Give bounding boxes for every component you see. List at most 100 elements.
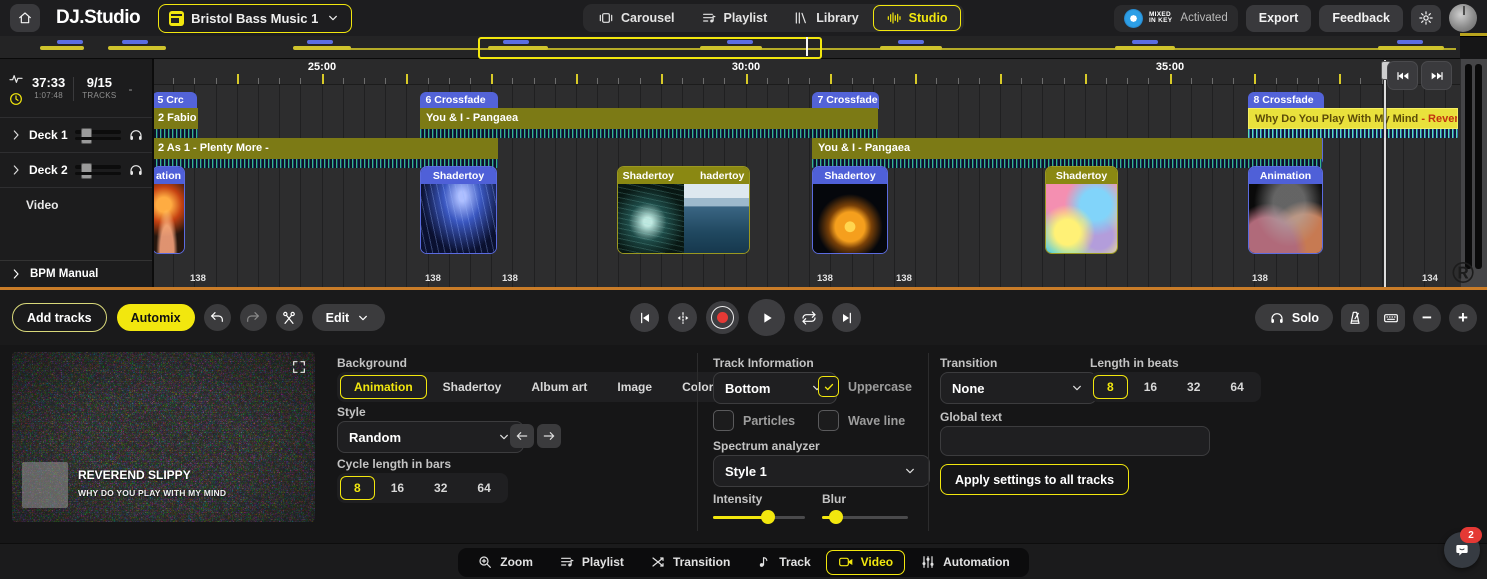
feedback-button[interactable]: Feedback bbox=[1319, 5, 1403, 32]
uppercase-checkbox[interactable]: Uppercase bbox=[818, 376, 912, 397]
length-option-8[interactable]: 8 bbox=[1093, 375, 1128, 399]
cut-button[interactable] bbox=[276, 304, 303, 331]
blur-slider[interactable] bbox=[822, 510, 908, 524]
next-track-button[interactable] bbox=[832, 303, 861, 332]
background-option-album-art[interactable]: Album art bbox=[517, 375, 601, 399]
deck2-volume-slider[interactable] bbox=[75, 164, 121, 176]
video-art-sketch bbox=[1249, 184, 1322, 253]
bpm-manual-toggle[interactable]: BPM Manual bbox=[0, 260, 152, 287]
zoom-in-button[interactable]: + bbox=[1449, 304, 1477, 332]
track-clip[interactable]: You & I - Pangaea bbox=[812, 138, 1322, 159]
spectrum-style-select[interactable]: Style 1 bbox=[713, 455, 930, 487]
track-clip[interactable]: 2 Fabio bbox=[152, 108, 198, 129]
headphones-icon[interactable] bbox=[128, 162, 144, 178]
video-clip-label: Shadertoy bbox=[1056, 170, 1107, 182]
undo-button[interactable] bbox=[204, 304, 231, 331]
ruler-tick bbox=[258, 78, 259, 84]
background-label: Background bbox=[337, 356, 407, 370]
split-button[interactable] bbox=[668, 303, 697, 332]
intensity-slider[interactable] bbox=[713, 510, 805, 524]
style-previous-button[interactable] bbox=[510, 424, 534, 448]
tab-library[interactable]: Library bbox=[781, 6, 870, 30]
length-option-16[interactable]: 16 bbox=[1130, 375, 1171, 399]
video-clip-label: Animation bbox=[1260, 170, 1311, 182]
bpm-label: 138 bbox=[817, 273, 833, 284]
wave-line-checkbox[interactable]: Wave line bbox=[818, 410, 905, 431]
style-select[interactable]: Random bbox=[337, 421, 524, 453]
tab-carousel[interactable]: Carousel bbox=[586, 6, 687, 30]
global-text-input[interactable] bbox=[940, 426, 1210, 456]
seek-forward-button[interactable] bbox=[1421, 61, 1452, 90]
style-next-button[interactable] bbox=[537, 424, 561, 448]
metronome-button[interactable] bbox=[1341, 304, 1369, 332]
track-clip[interactable]: 2 As 1 - Plenty More - bbox=[152, 138, 498, 159]
tab-studio[interactable]: Studio bbox=[873, 5, 961, 31]
video-preview[interactable]: REVEREND SLIPPY WHY DO YOU PLAY WITH MY … bbox=[12, 352, 315, 522]
cycle-option-64[interactable]: 64 bbox=[463, 476, 504, 500]
particles-checkbox[interactable]: Particles bbox=[713, 410, 795, 431]
settings-button[interactable] bbox=[1411, 5, 1441, 32]
background-option-shadertoy[interactable]: Shadertoy bbox=[429, 375, 516, 399]
view-menu-track[interactable]: Track bbox=[745, 551, 821, 574]
fullscreen-icon[interactable] bbox=[291, 359, 307, 375]
background-option-animation[interactable]: Animation bbox=[340, 375, 427, 399]
length-option-64[interactable]: 64 bbox=[1216, 375, 1257, 399]
edit-menu-button[interactable]: Edit bbox=[312, 304, 386, 331]
track-clip[interactable]: You & I - Pangaea bbox=[420, 108, 878, 129]
headphones-icon[interactable] bbox=[128, 127, 144, 143]
cycle-length-options: 8163264 bbox=[337, 473, 508, 503]
track-clip-title: 2 Fabio bbox=[158, 112, 197, 124]
mixed-in-key-badge[interactable]: MIXED IN KEY Activated bbox=[1114, 5, 1238, 32]
keyboard-shortcuts-button[interactable] bbox=[1377, 304, 1405, 332]
play-button[interactable] bbox=[748, 299, 785, 336]
view-menu-transition[interactable]: Transition bbox=[639, 551, 741, 574]
minimap-viewport[interactable] bbox=[478, 37, 822, 59]
zoom-out-button[interactable]: − bbox=[1413, 304, 1441, 332]
tab-playlist[interactable]: Playlist bbox=[689, 6, 780, 30]
video-clip[interactable]: Shadertoy bbox=[812, 166, 888, 254]
avatar[interactable] bbox=[1449, 4, 1477, 32]
length-option-32[interactable]: 32 bbox=[1173, 375, 1214, 399]
deck1-volume-slider[interactable] bbox=[75, 129, 121, 141]
grid-line bbox=[979, 84, 980, 287]
time-ruler[interactable]: 25:0030:0035:00 bbox=[0, 59, 1460, 85]
cycle-option-8[interactable]: 8 bbox=[340, 476, 375, 500]
solo-button[interactable]: Solo bbox=[1255, 304, 1333, 331]
chevron-right-icon[interactable] bbox=[8, 127, 24, 143]
video-clip[interactable]: Shadertoy bbox=[1045, 166, 1118, 254]
redo-button[interactable] bbox=[240, 304, 267, 331]
apply-settings-button[interactable]: Apply settings to all tracks bbox=[940, 464, 1129, 495]
export-button[interactable]: Export bbox=[1246, 5, 1312, 32]
automix-button[interactable]: Automix bbox=[117, 304, 195, 331]
playhead[interactable] bbox=[1384, 60, 1386, 287]
transition-icon bbox=[650, 554, 666, 570]
mix-overview-minimap[interactable] bbox=[0, 36, 1460, 59]
cycle-option-32[interactable]: 32 bbox=[420, 476, 461, 500]
video-clip[interactable]: Shadertoy bbox=[420, 166, 497, 254]
seek-backward-button[interactable] bbox=[1387, 61, 1418, 90]
home-button[interactable] bbox=[10, 4, 40, 32]
track-clip[interactable]: Why Do You Play With My Mind - Reverend bbox=[1248, 108, 1458, 129]
video-clip[interactable]: Animation bbox=[1248, 166, 1323, 254]
video-clip[interactable]: Shadertoyhadertoy bbox=[617, 166, 750, 254]
background-option-image[interactable]: Image bbox=[603, 375, 666, 399]
transition-select[interactable]: None bbox=[940, 372, 1097, 404]
add-tracks-button[interactable]: Add tracks bbox=[12, 303, 107, 332]
view-menu-video[interactable]: Video bbox=[826, 550, 905, 575]
chevron-right-icon[interactable] bbox=[8, 162, 24, 178]
cycle-option-16[interactable]: 16 bbox=[377, 476, 418, 500]
length-in-beats-options: 8163264 bbox=[1090, 372, 1261, 402]
video-clip[interactable]: ation bbox=[152, 166, 185, 254]
loop-button[interactable] bbox=[794, 303, 823, 332]
chat-support-button[interactable]: 2 bbox=[1444, 532, 1480, 568]
previous-track-button[interactable] bbox=[630, 303, 659, 332]
view-menu-playlist[interactable]: Playlist bbox=[548, 551, 635, 574]
view-menu-zoom[interactable]: Zoom bbox=[466, 551, 544, 574]
ruler-tick bbox=[788, 78, 789, 84]
view-menu-automation[interactable]: Automation bbox=[909, 551, 1021, 574]
project-selector[interactable]: Bristol Bass Music 1 bbox=[158, 4, 352, 33]
bpm-manual-label: BPM Manual bbox=[30, 268, 98, 280]
minimap-track-segment bbox=[880, 46, 942, 50]
video-clip-header: Shadertoy bbox=[1046, 167, 1117, 184]
record-button[interactable] bbox=[706, 301, 739, 334]
